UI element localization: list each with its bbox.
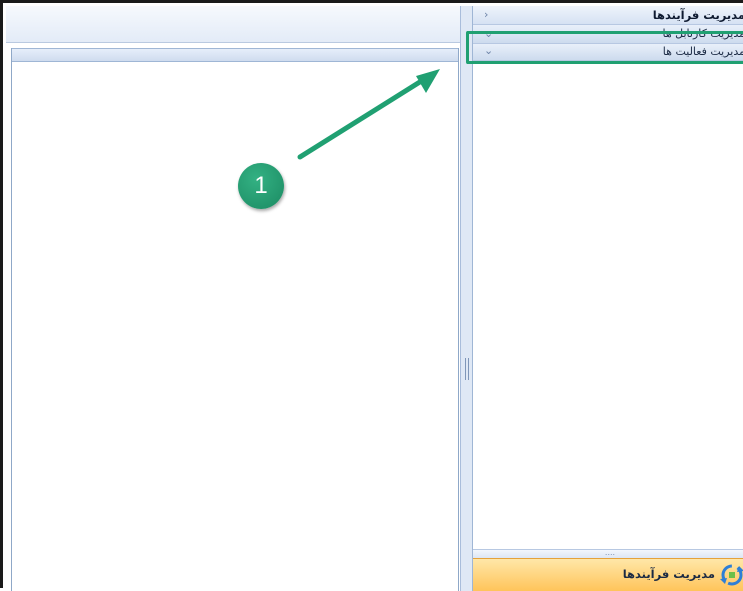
splitter-grip-icon[interactable] bbox=[465, 358, 469, 380]
highlight-box-annotation bbox=[466, 31, 743, 64]
side-panel-body bbox=[473, 61, 743, 551]
application-window: مدیریت فرآیندها ‹ مدیریت کارتابل ها ⌄ مد… bbox=[0, 0, 743, 591]
process-management-icon bbox=[720, 564, 743, 586]
content-pane-header bbox=[12, 48, 458, 62]
chevron-left-icon[interactable]: ‹ bbox=[484, 8, 488, 22]
accordion-item-label: مدیریت فرآیندها bbox=[652, 8, 743, 22]
gripper-dots-icon: .... bbox=[604, 548, 616, 557]
navigation-side-panel: مدیریت فرآیندها ‹ مدیریت کارتابل ها ⌄ مد… bbox=[472, 6, 743, 591]
bottom-nav-tab-process-management[interactable]: مدیریت فرآیندها bbox=[473, 558, 743, 591]
accordion-item-process-management[interactable]: مدیریت فرآیندها ‹ bbox=[473, 6, 743, 25]
top-toolbar-strip bbox=[6, 6, 460, 43]
main-content-pane bbox=[11, 48, 459, 591]
step-number-badge: 1 bbox=[238, 163, 284, 209]
bottom-nav-tab-label: مدیریت فرآیندها bbox=[622, 567, 715, 581]
